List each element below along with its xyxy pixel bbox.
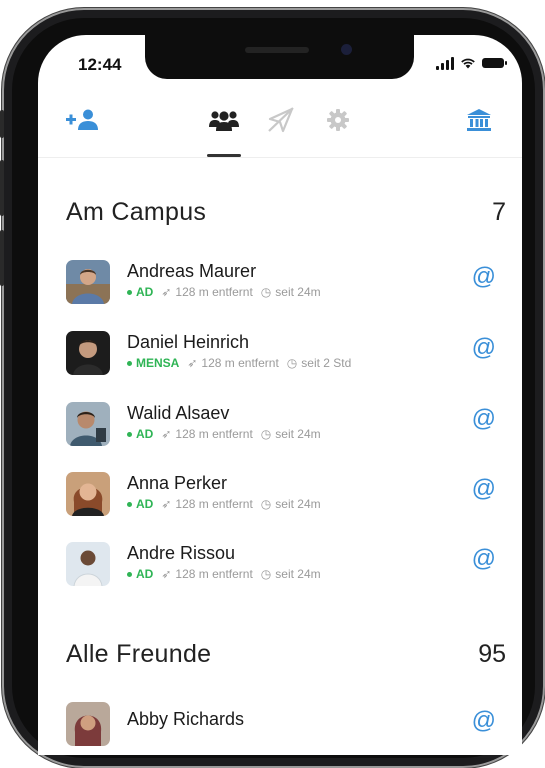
since-text: seit 24m: [275, 427, 321, 441]
contact-meta: AD ➶ 128 m entfernt ◷ seit 24m: [127, 497, 321, 511]
friends-icon[interactable]: [208, 107, 240, 133]
wifi-icon: [461, 58, 475, 69]
location-label: AD: [136, 567, 154, 581]
top-nav-bar: [38, 95, 522, 158]
avatar: [66, 472, 110, 516]
contact-name: Abby Richards: [127, 709, 245, 729]
contact-row[interactable]: Walid Alsaev AD ➶ 128 m entfernt ◷ seit …: [66, 395, 496, 455]
location-dot: [127, 289, 132, 295]
notch: [145, 35, 414, 79]
contact-name: Andreas Maurer: [127, 261, 257, 281]
clock-icon: ◷: [260, 567, 272, 581]
distance-text: 128 m entfernt: [201, 356, 279, 370]
avatar: [66, 542, 110, 586]
location-dot: [127, 431, 132, 437]
speaker: [245, 47, 309, 53]
clock-icon: ◷: [260, 427, 272, 441]
contact-name: Walid Alsaev: [127, 403, 230, 423]
avatar: [66, 702, 110, 746]
section-header-campus: Am Campus 7: [66, 198, 506, 227]
location-arrow-icon: ➶: [161, 497, 172, 511]
add-friend-icon[interactable]: [66, 107, 100, 133]
section-count: 7: [492, 198, 506, 226]
settings-icon[interactable]: [326, 107, 350, 133]
contact-meta: AD ➶ 128 m entfernt ◷ seit 24m: [127, 427, 321, 441]
section-count: 95: [478, 640, 506, 668]
location-dot: [127, 571, 132, 577]
contact-meta: AD ➶ 128 m entfernt ◷ seit 24m: [127, 285, 321, 299]
location-arrow-icon: ➶: [161, 285, 172, 299]
distance-text: 128 m entfernt: [175, 427, 253, 441]
contact-name: Anna Perker: [127, 473, 228, 493]
front-camera: [341, 44, 352, 55]
distance-text: 128 m entfernt: [175, 285, 253, 299]
app-screen: 12:44 Am Campus 7 Andreas Maurer AD ➶ 12…: [38, 35, 522, 755]
mention-button[interactable]: @: [472, 336, 496, 360]
distance-text: 128 m entfernt: [175, 567, 253, 581]
status-time: 12:44: [78, 55, 122, 74]
mute-switch: [0, 110, 4, 138]
status-icons: [436, 55, 507, 71]
location-label: AD: [136, 427, 154, 441]
mention-button[interactable]: @: [472, 547, 496, 571]
contact-row[interactable]: Abby Richards @: [66, 695, 496, 755]
distance-text: 128 m entfernt: [175, 497, 253, 511]
avatar: [66, 402, 110, 446]
contact-row[interactable]: Andreas Maurer AD ➶ 128 m entfernt ◷ sei…: [66, 253, 496, 313]
contact-name: Andre Rissou: [127, 543, 236, 563]
clock-icon: ◷: [260, 497, 272, 511]
volume-up-button: [0, 160, 4, 216]
contact-row[interactable]: Daniel Heinrich MENSA ➶ 128 m entfernt ◷…: [66, 324, 496, 384]
mention-button[interactable]: @: [472, 265, 496, 289]
since-text: seit 24m: [275, 497, 321, 511]
since-text: seit 24m: [275, 285, 321, 299]
mention-button[interactable]: @: [472, 477, 496, 501]
location-arrow-icon: ➶: [187, 356, 198, 370]
contact-row[interactable]: Anna Perker AD ➶ 128 m entfernt ◷ seit 2…: [66, 465, 496, 525]
clock-icon: ◷: [286, 356, 298, 370]
section-header-all-friends: Alle Freunde 95: [66, 640, 506, 669]
location-label: AD: [136, 497, 154, 511]
mention-button[interactable]: @: [472, 407, 496, 431]
volume-down-button: [0, 230, 4, 286]
location-dot: [127, 360, 132, 366]
mention-button[interactable]: @: [472, 709, 496, 733]
active-tab-indicator: [207, 154, 241, 157]
avatar: [66, 260, 110, 304]
signal-icon: [436, 56, 454, 70]
contact-name: Daniel Heinrich: [127, 332, 250, 352]
location-label: MENSA: [136, 356, 180, 370]
location-arrow-icon: ➶: [161, 427, 172, 441]
location-label: AD: [136, 285, 154, 299]
clock-icon: ◷: [260, 285, 272, 299]
avatar: [66, 331, 110, 375]
contact-row[interactable]: Andre Rissou AD ➶ 128 m entfernt ◷ seit …: [66, 535, 496, 595]
location-dot: [127, 501, 132, 507]
battery-icon: [482, 58, 507, 68]
since-text: seit 24m: [275, 567, 321, 581]
contact-meta: AD ➶ 128 m entfernt ◷ seit 24m: [127, 567, 321, 581]
contact-meta: MENSA ➶ 128 m entfernt ◷ seit 2 Std: [127, 356, 351, 370]
section-title: Am Campus: [66, 198, 207, 226]
location-arrow-icon: ➶: [161, 567, 172, 581]
location-off-icon[interactable]: [266, 107, 296, 133]
section-title: Alle Freunde: [66, 640, 212, 668]
university-icon[interactable]: [466, 107, 492, 133]
since-text: seit 2 Std: [301, 356, 352, 370]
